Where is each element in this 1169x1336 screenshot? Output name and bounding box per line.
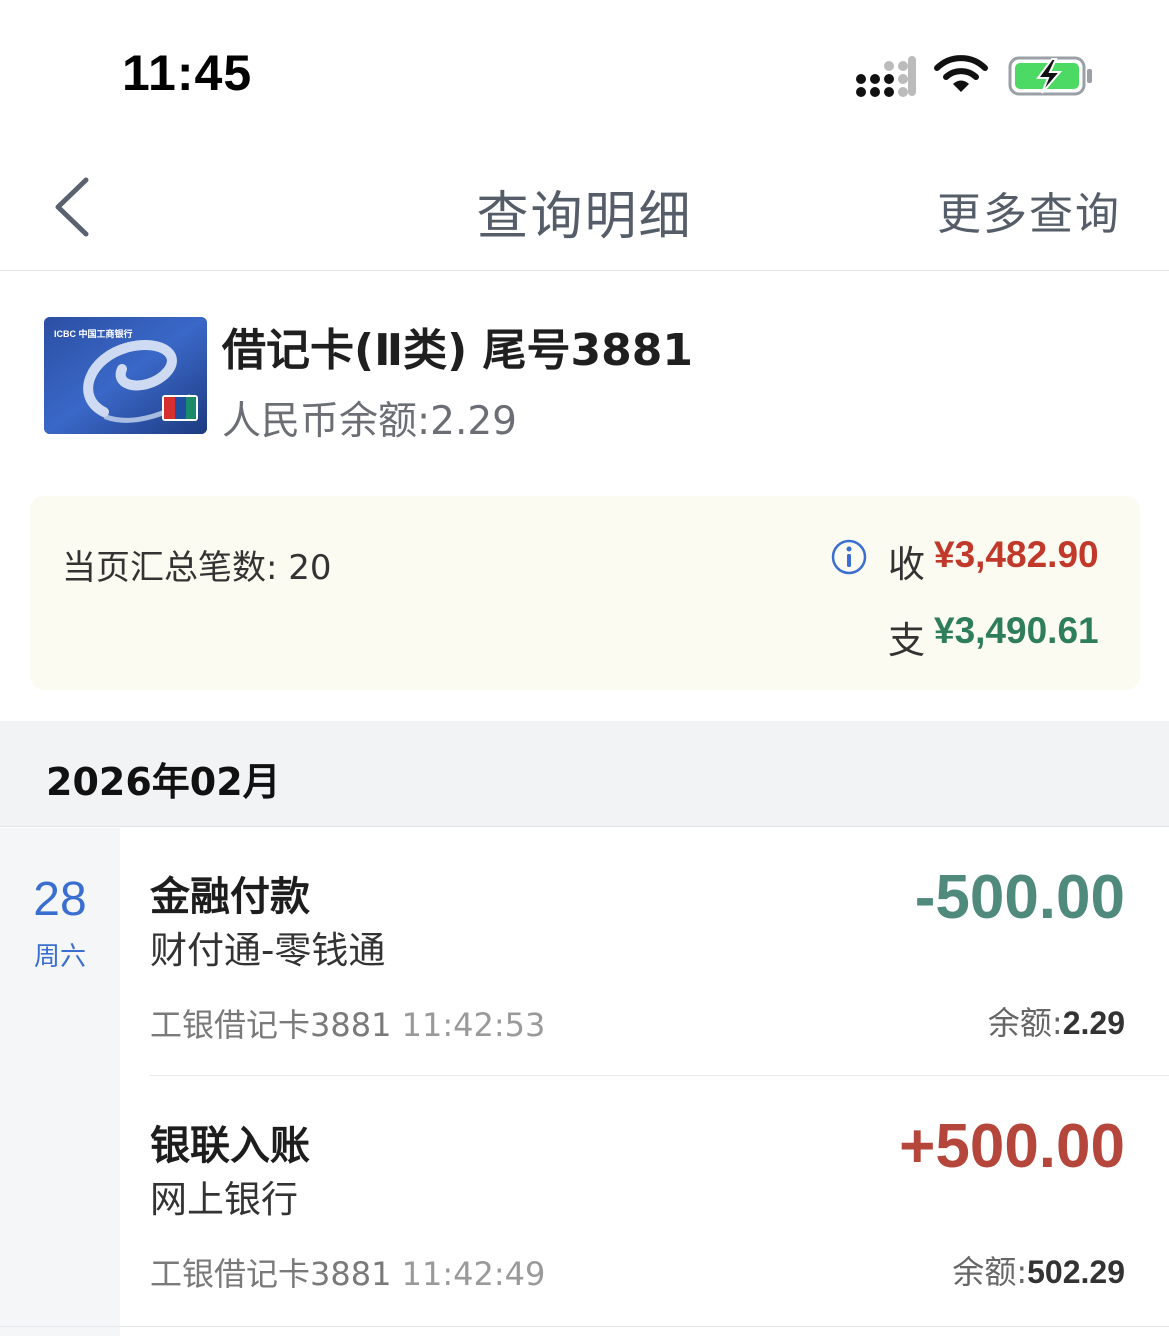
info-icon[interactable] bbox=[830, 538, 868, 576]
transaction-title: 银联入账 bbox=[150, 1123, 310, 1169]
battery-charging-icon bbox=[1008, 56, 1092, 96]
card-balance: 人民币余额:2.29 bbox=[222, 399, 517, 444]
income-total: ¥3,482.90 bbox=[934, 534, 1099, 575]
date-day: 28 bbox=[33, 873, 87, 926]
transaction-item[interactable]: 金融付款 财付通-零钱通 工银借记卡3881 11:42:53 -500.00 … bbox=[150, 828, 1125, 1076]
balance-value: 2.29 bbox=[1062, 1005, 1125, 1041]
month-header: 2026年02月 bbox=[0, 721, 1169, 827]
more-query-button[interactable]: 更多查询 bbox=[937, 178, 1121, 242]
balance-value: 502.29 bbox=[1027, 1254, 1125, 1290]
date-column: 28 周六 bbox=[0, 828, 120, 1336]
transaction-balance: 余额:502.29 bbox=[952, 1247, 1125, 1293]
date-weekday: 周六 bbox=[33, 942, 86, 972]
transaction-time: 11:42:53 bbox=[401, 1006, 546, 1044]
transaction-amount: +500.00 bbox=[899, 1112, 1125, 1181]
card-logo-text: ICBC 中国工商银行 bbox=[54, 328, 133, 339]
balance-label: 余额: bbox=[987, 1004, 1063, 1042]
page-summary: 当页汇总笔数: 20 收 ¥3,482.90 支 ¥3,490.61 bbox=[30, 496, 1140, 690]
transaction-item[interactable]: 银联入账 网上银行 工银借记卡3881 11:42:49 +500.00 余额:… bbox=[150, 1077, 1125, 1325]
expense-label: 支 bbox=[888, 619, 925, 662]
income-label: 收 bbox=[888, 543, 925, 586]
transaction-account: 工银借记卡3881 bbox=[150, 1006, 392, 1044]
bank-card-image: ICBC 中国工商银行 bbox=[44, 317, 207, 434]
nav-bar: 查询明细 更多查询 bbox=[0, 150, 1169, 271]
transaction-subtitle: 财付通-零钱通 bbox=[150, 929, 386, 972]
divider bbox=[150, 1075, 1169, 1076]
transaction-title: 金融付款 bbox=[150, 874, 310, 920]
month-label: 2026年02月 bbox=[46, 760, 281, 804]
status-bar: 11:45 bbox=[0, 0, 1169, 150]
transaction-balance: 余额:2.29 bbox=[988, 998, 1125, 1044]
divider bbox=[0, 1326, 1169, 1327]
summary-count: 当页汇总笔数: 20 bbox=[62, 548, 332, 588]
balance-label: 余额: bbox=[952, 1253, 1028, 1291]
expense-total: ¥3,490.61 bbox=[934, 610, 1099, 651]
wifi-icon bbox=[934, 55, 988, 92]
card-title: 借记卡(Ⅱ类) 尾号3881 bbox=[222, 325, 693, 376]
transaction-amount: -500.00 bbox=[914, 863, 1125, 932]
transaction-time: 11:42:49 bbox=[401, 1255, 546, 1293]
signal-icon bbox=[856, 56, 916, 97]
transaction-account: 工银借记卡3881 bbox=[150, 1255, 392, 1293]
card-info[interactable]: ICBC 中国工商银行 借记卡(Ⅱ类) 尾号3881 人民币余额:2.29 bbox=[0, 272, 1169, 472]
transaction-meta: 工银借记卡3881 11:42:49 bbox=[150, 1249, 545, 1295]
transaction-meta: 工银借记卡3881 11:42:53 bbox=[150, 1000, 545, 1046]
transaction-subtitle: 网上银行 bbox=[150, 1178, 298, 1221]
status-time: 11:45 bbox=[122, 45, 253, 101]
